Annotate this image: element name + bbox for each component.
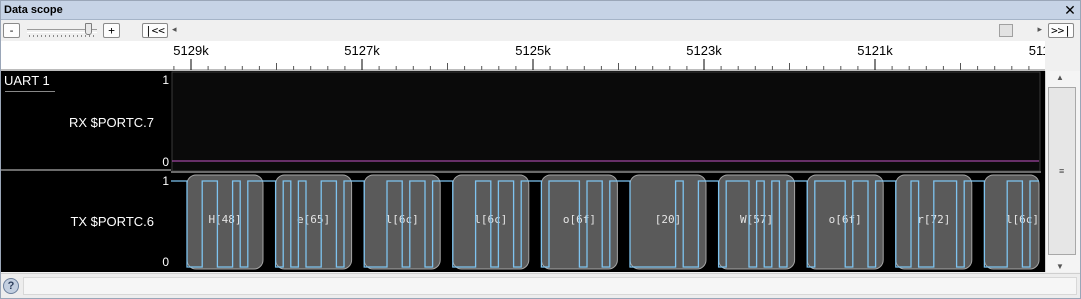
time-ruler: 5129k 5127k 5125k 5123k 5121k 5119k: [1, 41, 1045, 71]
ruler-tick-label: 5123k: [686, 43, 722, 58]
scroll-up-icon[interactable]: ▲: [1056, 73, 1064, 82]
ruler-tick-label: 5129k: [173, 43, 209, 58]
tx-frame[interactable]: H[48]: [186, 174, 264, 270]
group-label: UART 1: [4, 73, 50, 88]
grip-icon: ≡: [1059, 166, 1065, 176]
scroll-right-icon[interactable]: ▸: [1037, 24, 1042, 35]
time-ruler-svg: 5129k 5127k 5125k 5123k 5121k 5119k: [1, 43, 1045, 71]
tx-frame-label: H[48]: [208, 213, 241, 226]
status-field: [23, 277, 1077, 295]
ruler-tick-label: 5119k: [1029, 43, 1045, 58]
tx-low-level-label: 0: [162, 255, 169, 269]
status-bar: ?: [1, 273, 1080, 298]
toolbar: - + |<< ◂ ▸ >>|: [1, 21, 1080, 41]
group-underline: [5, 91, 55, 92]
tx-frame-label: [20]: [655, 213, 682, 226]
zoom-in-button[interactable]: +: [103, 23, 120, 38]
vertical-scroll-thumb[interactable]: ≡: [1048, 87, 1076, 255]
rx-signal-name: RX $PORTC.7: [68, 115, 154, 130]
go-to-start-button[interactable]: |<<: [142, 23, 168, 38]
channel-tx-labels: 1 TX $PORTC.6 0: [1, 173, 171, 272]
tx-frame[interactable]: l[6c]: [983, 174, 1040, 270]
close-icon[interactable]: ✕: [1063, 2, 1077, 18]
ruler-tick-label: 5127k: [344, 43, 380, 58]
zoom-slider-ticks: [29, 35, 95, 37]
zoom-slider-thumb[interactable]: [85, 23, 92, 35]
channel-rx-labels: UART 1 1 RX $PORTC.7 0: [1, 71, 171, 171]
go-to-end-button[interactable]: >>|: [1048, 23, 1074, 38]
tx-frame[interactable]: [20]: [629, 174, 707, 270]
horizontal-scrollbar[interactable]: ◂ ▸: [172, 24, 1042, 37]
scroll-down-icon[interactable]: ▼: [1056, 262, 1064, 271]
waveform-plot[interactable]: H[48] e[65] l[6c] l[6c] o[6f] [20] W[57] o[6f] r…: [171, 71, 1041, 272]
tx-signal-name: TX $PORTC.6: [70, 214, 154, 229]
horizontal-scroll-thumb[interactable]: [999, 24, 1013, 37]
rx-low-level-label: 0: [162, 155, 169, 169]
rx-high-level-label: 1: [162, 73, 169, 87]
rx-channel-background: [171, 71, 1041, 172]
tx-frame-label: e[65]: [297, 213, 330, 226]
vertical-scrollbar[interactable]: ▲ ≡ ▼: [1045, 71, 1080, 272]
scroll-left-icon[interactable]: ◂: [172, 24, 177, 35]
title-bar: Data scope ✕: [1, 1, 1080, 20]
tx-frame[interactable]: e[65]: [275, 174, 353, 270]
data-scope-window: Data scope ✕ - + |<< ◂ ▸ >>| 5129k 5127k 5…: [0, 0, 1081, 299]
scope-area: UART 1 1 RX $PORTC.7 0 1 TX $PORTC.6 0 H…: [1, 71, 1045, 272]
help-icon[interactable]: ?: [3, 278, 19, 294]
tx-high-level-label: 1: [162, 174, 169, 188]
ruler-tick-label: 5121k: [857, 43, 893, 58]
window-title: Data scope: [4, 4, 63, 16]
ruler-tick-label: 5125k: [515, 43, 551, 58]
zoom-out-button[interactable]: -: [3, 23, 20, 38]
